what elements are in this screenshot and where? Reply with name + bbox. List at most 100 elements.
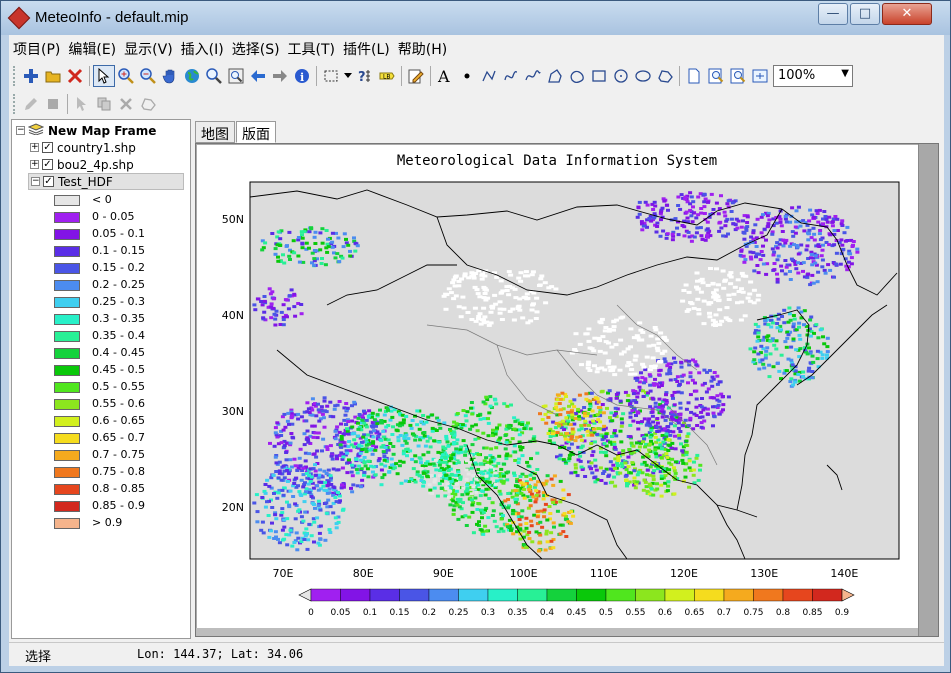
open-folder-icon[interactable] (42, 65, 64, 87)
polygon-tool-icon[interactable] (544, 65, 566, 87)
layer-node-bou2[interactable]: + ✓ bou2_4p.shp (30, 156, 134, 173)
nodata-cell (482, 287, 488, 291)
globe-full-extent-icon[interactable] (181, 65, 203, 87)
remove-layer-icon[interactable] (64, 65, 86, 87)
minimize-button[interactable]: — (818, 3, 848, 25)
select-rectangle-icon[interactable] (320, 65, 342, 87)
legend-swatch[interactable] (54, 501, 80, 512)
zoom-to-layer-icon[interactable] (225, 65, 247, 87)
vertical-scrollbar[interactable] (918, 144, 938, 636)
legend-swatch[interactable] (54, 314, 80, 325)
curve-tool-icon[interactable] (500, 65, 522, 87)
legend-swatch[interactable] (54, 365, 80, 376)
circle-tool-icon[interactable] (610, 65, 632, 87)
layout-view[interactable]: Meteorological Data Information System 7… (195, 143, 939, 637)
add-ring-icon[interactable] (137, 93, 159, 115)
legend-swatch[interactable] (54, 246, 80, 257)
layer-visibility-checkbox[interactable]: ✓ (42, 142, 53, 153)
raster-cell (672, 466, 676, 470)
stop-edit-icon[interactable] (42, 93, 64, 115)
nodata-cell (472, 306, 478, 310)
edit-pen-icon[interactable] (405, 65, 427, 87)
maximize-button[interactable]: □ (850, 3, 880, 25)
point-tool-icon[interactable] (456, 65, 478, 87)
close-button[interactable]: ✕ (882, 3, 932, 25)
zoom-level-select[interactable]: 100% ▼ (773, 65, 853, 87)
collapse-icon[interactable]: − (16, 126, 25, 135)
layer-node-test-hdf[interactable]: − ✓ Test_HDF (28, 173, 184, 190)
menu-edit[interactable]: 编辑(E) (64, 37, 120, 59)
legend-swatch[interactable] (54, 416, 80, 427)
menu-help[interactable]: 帮助(H) (394, 37, 451, 59)
expand-icon[interactable]: + (30, 143, 39, 152)
freehand-tool-icon[interactable] (522, 65, 544, 87)
menu-view[interactable]: 显示(V) (120, 37, 177, 59)
raster-cell (359, 440, 364, 444)
zoom-layout-out-icon[interactable] (727, 65, 749, 87)
menu-tools[interactable]: 工具(T) (284, 37, 339, 59)
legend-swatch[interactable] (54, 484, 80, 495)
raster-cell (701, 408, 706, 412)
legend-swatch[interactable] (54, 195, 80, 206)
layout-canvas[interactable]: Meteorological Data Information System 7… (197, 145, 918, 628)
curve-polygon-tool-icon[interactable] (566, 65, 588, 87)
legend-swatch[interactable] (54, 263, 80, 274)
legend-swatch[interactable] (54, 280, 80, 291)
tab-layout[interactable]: 版面 (236, 121, 276, 143)
legend-swatch[interactable] (54, 399, 80, 410)
collapse-icon[interactable]: − (31, 177, 40, 186)
legend-swatch[interactable] (54, 467, 80, 478)
edit-pencil-icon[interactable] (20, 93, 42, 115)
menu-project[interactable]: 项目(P) (9, 37, 64, 59)
raster-cell (333, 429, 338, 433)
expand-icon[interactable]: + (30, 160, 39, 169)
layer-visibility-checkbox[interactable]: ✓ (43, 176, 54, 187)
fit-layout-icon[interactable] (749, 65, 771, 87)
layer-node-country[interactable]: + ✓ country1.shp (30, 139, 136, 156)
raster-cell (437, 474, 442, 478)
title-bar[interactable]: MeteoInfo - default.mip — □ ✕ (1, 1, 950, 35)
horizontal-scrollbar[interactable] (196, 628, 918, 636)
zoom-in-icon[interactable] (115, 65, 137, 87)
rectangle-tool-icon[interactable] (588, 65, 610, 87)
layer-visibility-checkbox[interactable]: ✓ (42, 159, 53, 170)
back-arrow-icon[interactable] (247, 65, 269, 87)
add-layer-icon[interactable] (20, 65, 42, 87)
forward-arrow-icon[interactable] (269, 65, 291, 87)
legend-swatch[interactable] (54, 433, 80, 444)
delete-feature-icon[interactable] (115, 93, 137, 115)
ellipse-tool-icon[interactable] (632, 65, 654, 87)
measure-help-icon[interactable]: ? (354, 65, 376, 87)
irregular-shape-tool-icon[interactable] (654, 65, 676, 87)
label-icon[interactable]: LB (376, 65, 398, 87)
legend-swatch[interactable] (54, 297, 80, 308)
legend-swatch[interactable] (54, 450, 80, 461)
tab-map[interactable]: 地图 (195, 121, 235, 143)
legend-swatch[interactable] (54, 212, 80, 223)
legend-swatch[interactable] (54, 331, 80, 342)
map-frame-node[interactable]: − New Map Frame (16, 122, 156, 139)
page-setup-icon[interactable] (683, 65, 705, 87)
legend-swatch[interactable] (54, 382, 80, 393)
menu-select[interactable]: 选择(S) (228, 37, 284, 59)
polyline-tool-icon[interactable] (478, 65, 500, 87)
select-arrow-icon[interactable] (93, 65, 115, 87)
zoom-layout-in-icon[interactable] (705, 65, 727, 87)
copy-feature-icon[interactable] (93, 93, 115, 115)
raster-cell (673, 471, 678, 475)
menu-plugins[interactable]: 插件(L) (339, 37, 394, 59)
raster-cell (685, 434, 690, 438)
legend-swatch[interactable] (54, 348, 80, 359)
raster-cell (292, 251, 297, 255)
text-tool-icon[interactable]: A (434, 65, 456, 87)
chevron-down-icon[interactable] (342, 65, 354, 87)
magnifier-icon[interactable] (203, 65, 225, 87)
pan-hand-icon[interactable] (159, 65, 181, 87)
legend-swatch[interactable] (54, 518, 80, 529)
menu-insert[interactable]: 插入(I) (177, 37, 228, 59)
legend-swatch[interactable] (54, 229, 80, 240)
select-vertex-icon[interactable] (71, 93, 93, 115)
raster-cell (798, 224, 803, 228)
identify-info-icon[interactable]: i (291, 65, 313, 87)
zoom-out-icon[interactable] (137, 65, 159, 87)
